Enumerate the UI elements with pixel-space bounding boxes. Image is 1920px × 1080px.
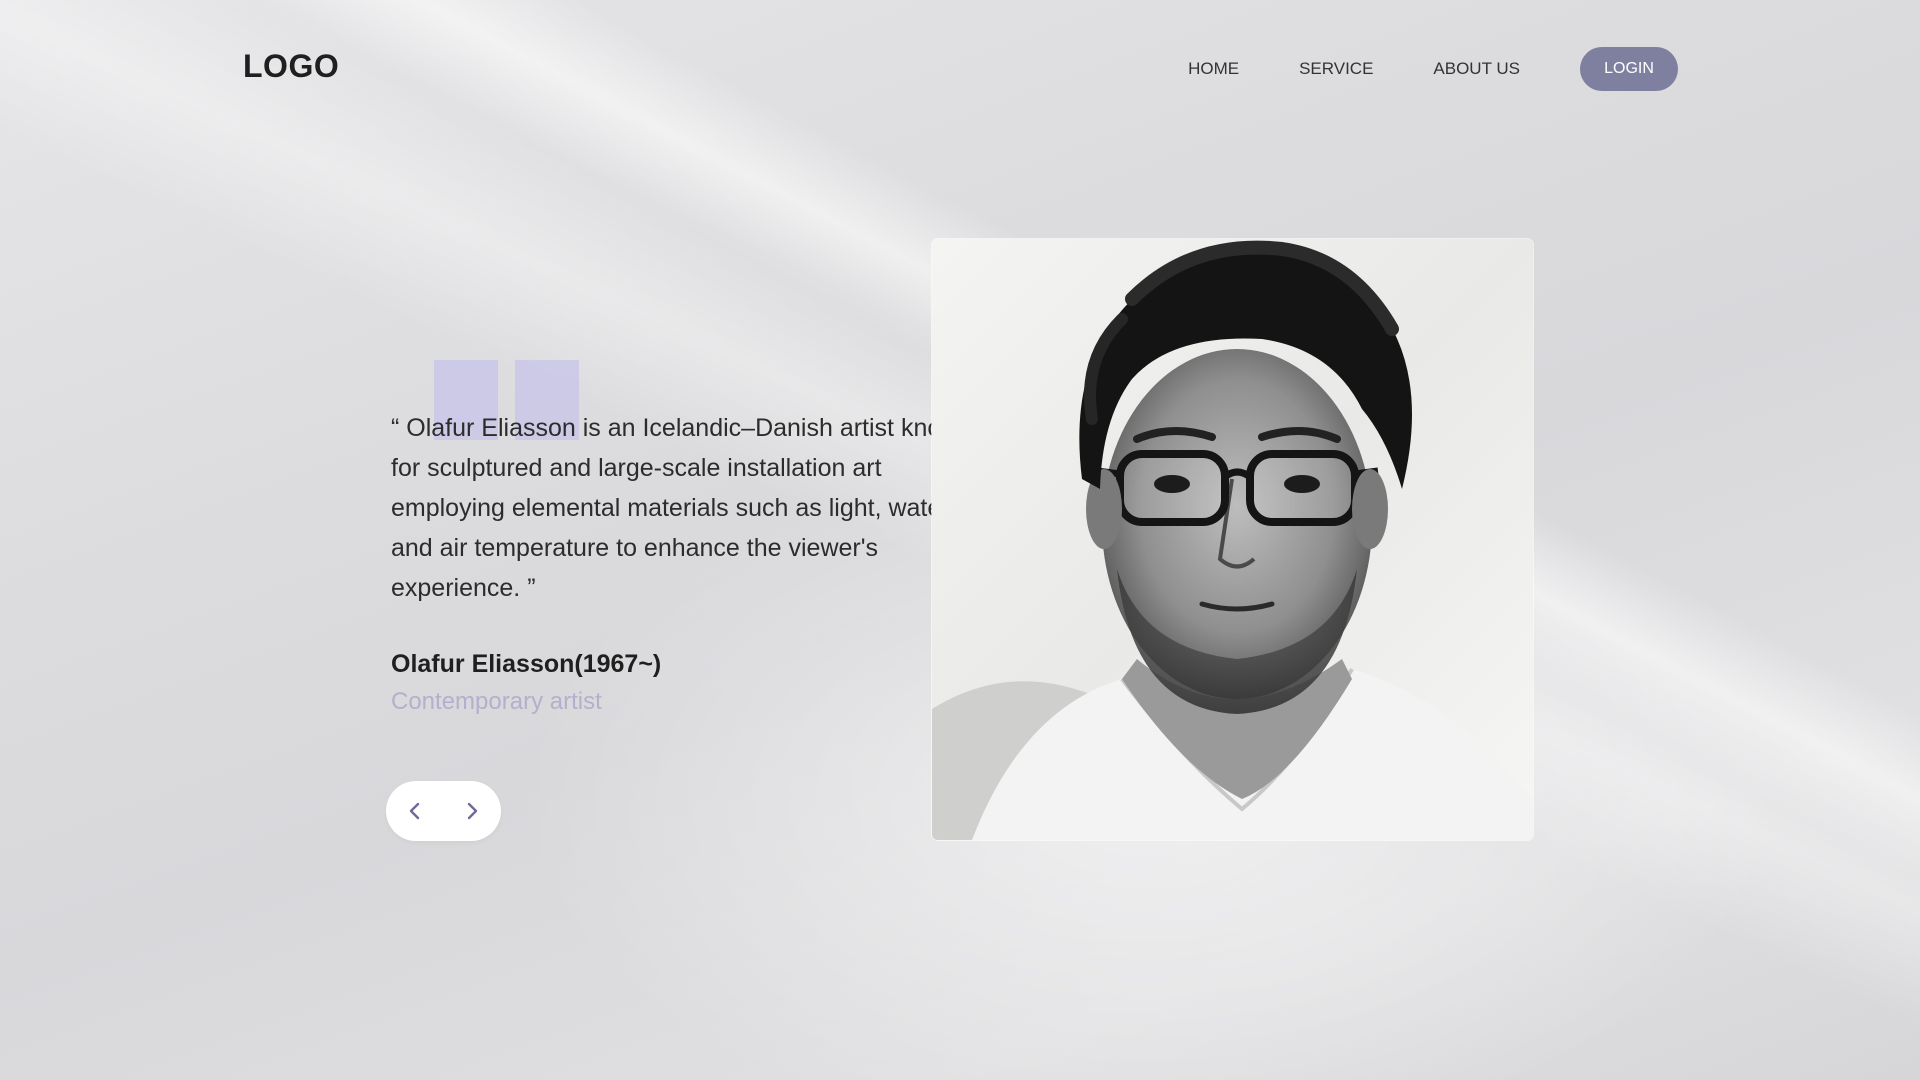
previous-button[interactable] [397,793,433,829]
author-role: Contemporary artist [391,688,602,715]
nav-item-about-us[interactable]: ABOUT US [1433,59,1520,79]
main-nav: HOME SERVICE ABOUT US LOGIN [1128,47,1678,91]
nav-item-service[interactable]: SERVICE [1299,59,1373,79]
logo[interactable]: LOGO [243,48,339,85]
author-name: Olafur Eliasson(1967~) [391,650,662,678]
artist-portrait [932,239,1533,840]
slider-controls [386,781,501,841]
next-button[interactable] [454,793,490,829]
portrait-image [932,239,1533,840]
login-button[interactable]: LOGIN [1580,47,1678,91]
chevron-left-icon [409,802,419,820]
chevron-right-icon [468,802,478,820]
testimonial-quote: “ Olafur Eliasson is an Icelandic–Danish… [391,414,974,602]
nav-item-home[interactable]: HOME [1188,59,1239,79]
